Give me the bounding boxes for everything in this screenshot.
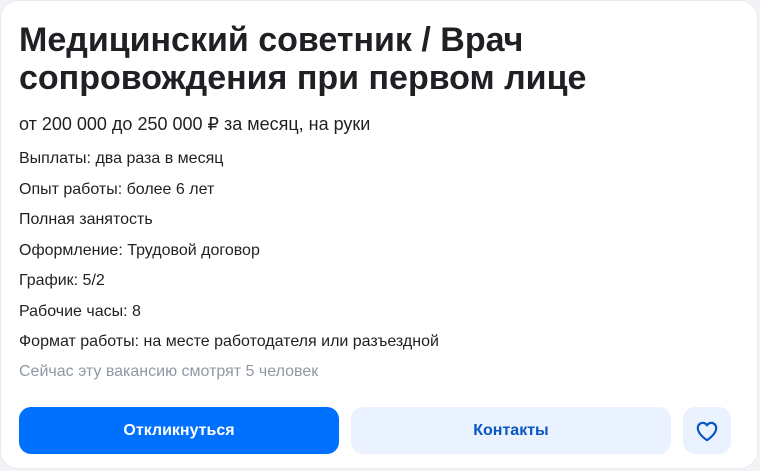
detail-experience: Опыт работы: более 6 лет: [19, 180, 215, 198]
detail-payments: Выплаты: два раза в месяц: [19, 150, 224, 167]
contacts-button[interactable]: Контакты: [351, 407, 671, 454]
detail-contract: Оформление: Трудовой договор: [19, 241, 260, 259]
salary: от 200 000 до 250 000 ₽ за месяц, на рук…: [19, 114, 371, 134]
respond-button[interactable]: Откликнуться: [19, 407, 339, 454]
vacancy-title: Медицинский советник / Врач сопровождени…: [19, 21, 587, 97]
heart-icon: [696, 421, 718, 441]
detail-schedule: График: 5/2: [19, 272, 105, 289]
detail-employment: Полная занятость: [19, 211, 153, 228]
vacancy-details: Выплаты: два раза в месяц Опыт работы: б…: [19, 147, 439, 361]
detail-hours: Рабочие часы: 8: [19, 302, 141, 320]
vacancy-card: Медицинский советник / Врач сопровождени…: [0, 0, 758, 469]
viewers-count: Сейчас эту вакансию смотрят 5 человек: [19, 363, 319, 380]
favorite-button[interactable]: [683, 407, 731, 454]
detail-work-format: Формат работы: на месте работодателя или…: [19, 333, 439, 350]
